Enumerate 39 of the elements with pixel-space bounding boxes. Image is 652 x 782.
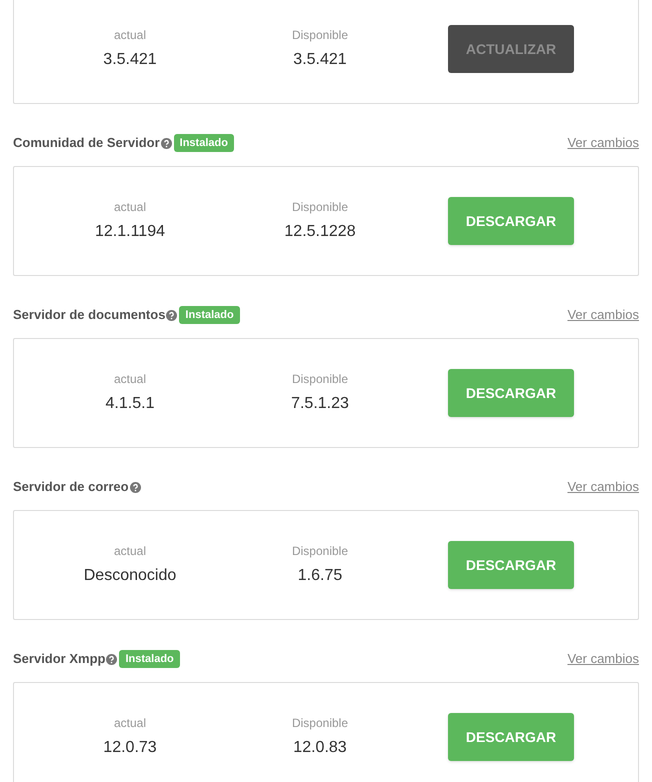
version-value: 7.5.1.23 xyxy=(291,394,349,414)
section-title: Comunidad de Servidor xyxy=(13,134,160,152)
changes-link[interactable]: Ver cambios xyxy=(567,649,639,669)
help-icon[interactable] xyxy=(160,138,172,148)
help-icon[interactable] xyxy=(130,482,141,492)
download-button[interactable]: DESCARGAR xyxy=(448,369,574,417)
changes-link[interactable]: Ver cambios xyxy=(567,477,639,497)
version-value: 12.1.1194 xyxy=(95,222,165,242)
version-label: actual xyxy=(114,543,146,559)
installed-badge: Instalado xyxy=(119,650,180,668)
version-label: Disponible xyxy=(292,199,348,215)
installed-badge: Instalado xyxy=(174,134,234,152)
section-title: Servidor de correo xyxy=(13,478,129,496)
installed-badge: Instalado xyxy=(179,306,240,324)
download-button[interactable]: DESCARGAR xyxy=(448,713,574,761)
section-title: Servidor de documentos xyxy=(13,306,166,324)
version-value: 3.5.421 xyxy=(293,50,347,70)
version-value: 12.5.1228 xyxy=(284,222,356,242)
help-icon[interactable] xyxy=(106,654,118,664)
version-label: Disponible xyxy=(292,715,348,731)
version-label: actual xyxy=(114,199,146,215)
version-value: 12.0.73 xyxy=(103,738,157,758)
download-button[interactable]: DESCARGAR xyxy=(448,197,574,245)
section-title: Servidor Xmpp xyxy=(13,650,106,668)
version-label: Disponible xyxy=(292,27,348,43)
version-label: actual xyxy=(114,27,146,43)
version-value: 12.0.83 xyxy=(293,738,347,758)
changes-link[interactable]: Ver cambios xyxy=(567,305,639,325)
version-value: 3.5.421 xyxy=(103,50,157,70)
version-value: Desconocido xyxy=(84,566,176,586)
version-label: actual xyxy=(114,371,146,387)
version-value: 1.6.75 xyxy=(298,566,342,586)
download-button[interactable]: DESCARGAR xyxy=(448,541,574,589)
version-value: 4.1.5.1 xyxy=(106,394,154,414)
help-icon[interactable] xyxy=(166,310,178,320)
version-label: Disponible xyxy=(292,543,348,559)
version-label: actual xyxy=(114,715,146,731)
changes-link[interactable]: Ver cambios xyxy=(567,133,639,153)
version-label: Disponible xyxy=(292,371,348,387)
